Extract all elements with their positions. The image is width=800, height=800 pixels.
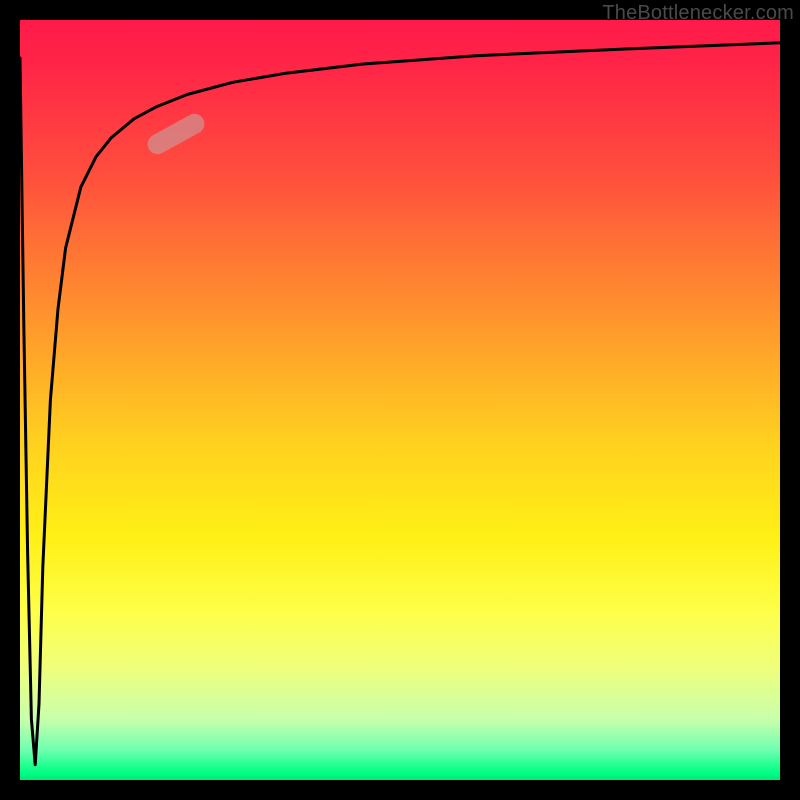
chart-frame: TheBottlenecker.com [0, 0, 800, 800]
bottleneck-curve-path [20, 43, 780, 765]
curve-svg [20, 20, 780, 780]
plot-area [20, 20, 780, 780]
watermark-text: TheBottlenecker.com [602, 2, 794, 25]
